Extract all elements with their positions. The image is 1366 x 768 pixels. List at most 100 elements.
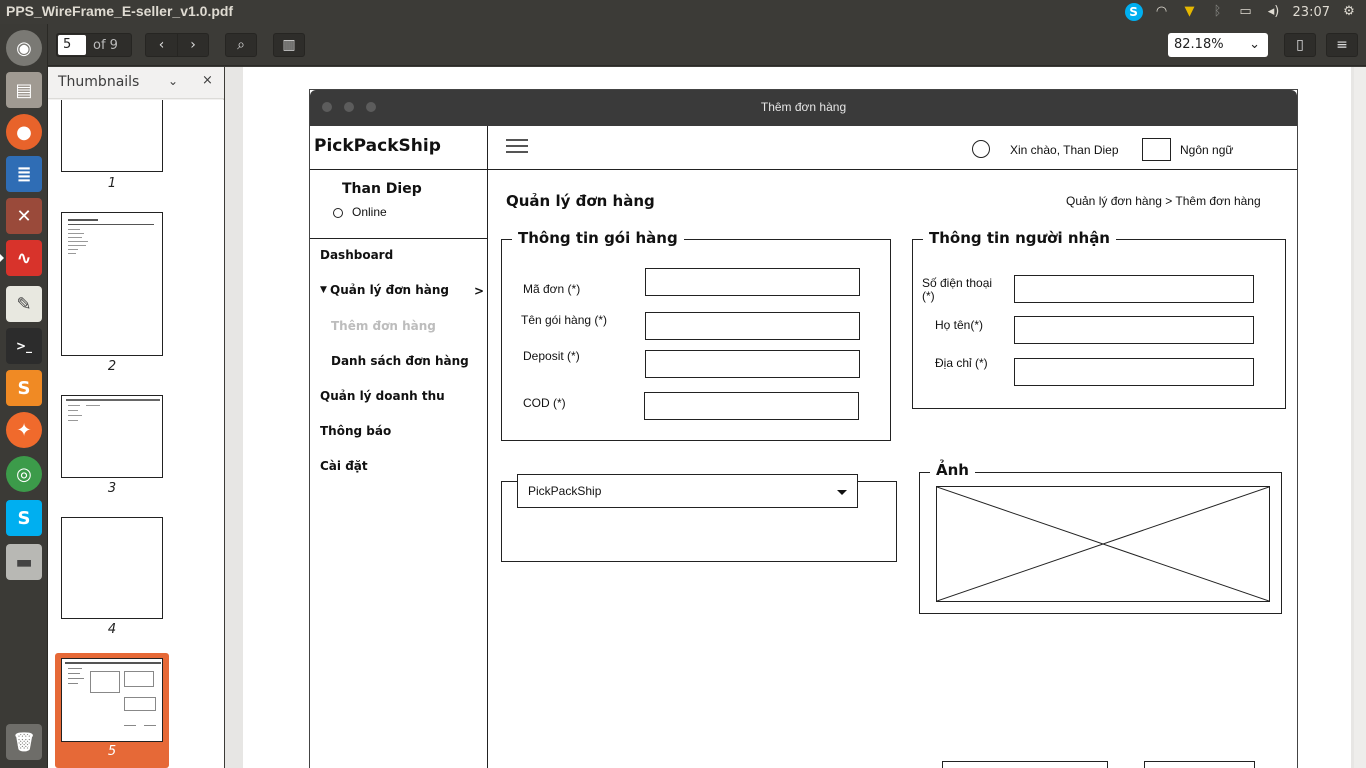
pdf-page: Thêm đơn hàng PickPackShip Xin chào, Tha… (243, 67, 1351, 768)
package-info-group: Thông tin gói hàng Mã đơn (*) Tên gói hà… (501, 229, 891, 441)
wifi-icon[interactable]: ◠ (1153, 3, 1171, 21)
wireframe-header: PickPackShip Xin chào, Than Diep Ngôn ng… (310, 126, 1297, 170)
page-number-input[interactable]: 5 (58, 35, 86, 55)
user-name: Than Diep (342, 181, 422, 197)
image-legend: Ảnh (930, 461, 975, 479)
deposit-label: Deposit (*) (523, 349, 580, 363)
thumbnail-label: 5 (107, 744, 117, 759)
postman-icon[interactable]: ✦ (6, 412, 42, 448)
action-button-placeholder (942, 761, 1108, 768)
skype-tray-icon[interactable]: S (1124, 3, 1143, 21)
sublime-icon[interactable]: S (6, 370, 42, 406)
thumbnails-list: 1 2 3 4 5 (48, 100, 224, 768)
app-indicator-icon[interactable]: ▼ (1181, 3, 1199, 21)
thumbnail-label: 3 (107, 481, 117, 496)
clock[interactable]: 23:07 (1293, 5, 1330, 20)
writer-icon[interactable]: ≣ (6, 156, 42, 192)
receiver-info-group: Thông tin người nhận Số điện thoại (*) H… (912, 229, 1286, 409)
files-icon[interactable]: ▤ (6, 72, 42, 108)
action-button-placeholder (1144, 761, 1255, 768)
page-count: of 9 (93, 38, 118, 53)
chevron-down-icon[interactable]: ⌄ (168, 74, 178, 88)
thumbnail-page-1[interactable] (61, 100, 163, 172)
system-top-bar: PPS_WireFrame_E-seller_v1.0.pdf S ◠ ▼ ᛒ … (0, 0, 1366, 24)
thumbnail-page-2[interactable] (61, 212, 163, 356)
annotations-button[interactable]: ▥ (273, 33, 305, 57)
carrier-select: PickPackShip (517, 474, 858, 508)
menu-caret-icon: ▼ (320, 285, 327, 295)
prev-page-button[interactable]: ‹ (145, 33, 177, 57)
image-group: Ảnh (919, 461, 1282, 614)
text-editor-icon[interactable]: ✎ (6, 286, 42, 322)
fullname-label: Họ tên(*) (935, 318, 984, 332)
receiver-info-legend: Thông tin người nhận (923, 229, 1116, 247)
wireframe-title: Thêm đơn hàng (760, 100, 847, 114)
image-placeholder-cross-icon (937, 487, 1269, 601)
sidebar-separator (310, 238, 488, 239)
zoom-select[interactable]: 82.18% ⌄ (1168, 33, 1268, 57)
language-flag-box (1142, 138, 1171, 161)
menu-notifications: Thông báo (320, 424, 392, 438)
cod-label: COD (*) (523, 396, 566, 410)
thumbnails-title[interactable]: Thumbnails (58, 74, 139, 90)
chevron-down-icon: ⌄ (1249, 37, 1260, 52)
document-icon: ▯ (1296, 37, 1304, 53)
order-code-input (645, 268, 860, 296)
thumbnail-page-4[interactable] (61, 517, 163, 619)
carrier-select-value: PickPackShip (528, 484, 602, 498)
package-info-legend: Thông tin gói hàng (512, 229, 684, 247)
gear-icon[interactable]: ⚙ (1340, 3, 1358, 21)
viewer-toolbar: 5 of 9 ‹ › ⌕ ▥ 82.18% ⌄ ▯ ≡ (48, 24, 1366, 66)
menu-button[interactable]: ≡ (1326, 33, 1358, 57)
thumbnail-label: 4 (107, 622, 117, 637)
dash-home-icon[interactable]: ◉ (6, 30, 42, 66)
clipboard-icon: ▥ (282, 37, 296, 53)
brand-logo: PickPackShip (314, 136, 441, 156)
document-viewer-icon[interactable]: ∿ (0, 240, 42, 276)
menu-add-order: Thêm đơn hàng (331, 319, 436, 333)
image-placeholder (936, 486, 1270, 602)
menu-dashboard: Dashboard (320, 248, 394, 262)
disk-icon[interactable]: ▬ (6, 544, 42, 580)
battery-icon[interactable]: ▭ (1237, 3, 1255, 21)
skype-icon[interactable]: S (6, 500, 42, 536)
breadcrumb: Quản lý đơn hàng > Thêm đơn hàng (1066, 194, 1261, 208)
wireframe-window: Thêm đơn hàng PickPackShip Xin chào, Tha… (309, 89, 1298, 768)
page-title: Quản lý đơn hàng (506, 192, 655, 210)
close-icon[interactable]: × (202, 73, 213, 88)
bluetooth-icon[interactable]: ᛒ (1209, 3, 1227, 21)
thumbnail-selected[interactable]: 5 (55, 653, 169, 768)
thumbnails-panel: Thumbnails ⌄ × 1 2 3 4 5 (48, 67, 224, 768)
menu-orders-arrow: > (474, 284, 485, 298)
fullname-input (1014, 316, 1254, 344)
trash-icon[interactable]: 🗑 (6, 724, 42, 760)
volume-icon[interactable]: ◂) (1265, 3, 1283, 21)
wireframe-titlebar: Thêm đơn hàng (310, 90, 1297, 126)
system-tray: S ◠ ▼ ᛒ ▭ ◂) 23:07 ⚙ (1124, 2, 1358, 22)
zoom-value: 82.18% (1174, 37, 1224, 52)
greeting-text: Xin chào, Than Diep (1010, 143, 1119, 157)
thumbnail-label: 1 (107, 176, 117, 191)
firefox-icon[interactable]: ● (6, 114, 42, 150)
thumbnail-page-3[interactable] (61, 395, 163, 478)
cod-input (644, 392, 859, 420)
page-selector[interactable]: 5 of 9 (56, 33, 132, 57)
user-status: Online (352, 205, 387, 219)
address-input (1014, 358, 1254, 386)
phone-label: Số điện thoại (*) (922, 276, 993, 303)
menu-order-list: Danh sách đơn hàng (331, 354, 469, 368)
next-page-button[interactable]: › (177, 33, 209, 57)
chrome-icon[interactable]: ◎ (6, 456, 42, 492)
settings-icon[interactable]: ✕ (6, 198, 42, 234)
menu-revenue: Quản lý doanh thu (320, 389, 445, 403)
package-name-input (645, 312, 860, 340)
terminal-icon[interactable]: >_ (6, 328, 42, 364)
package-name-label: Tên gói hàng (*) (521, 313, 608, 327)
thumbnails-header: Thumbnails ⌄ × (48, 67, 224, 99)
document-button[interactable]: ▯ (1284, 33, 1316, 57)
launcher: ◉ ▤ ● ≣ ✕ ∿ ✎ >_ S ✦ ◎ S ▬ 🗑 (0, 24, 48, 768)
search-button[interactable]: ⌕ (225, 33, 257, 57)
thumbnail-page-5[interactable] (61, 658, 163, 742)
document-scrollbar[interactable] (1354, 67, 1366, 768)
thumbnail-label: 2 (107, 359, 117, 374)
